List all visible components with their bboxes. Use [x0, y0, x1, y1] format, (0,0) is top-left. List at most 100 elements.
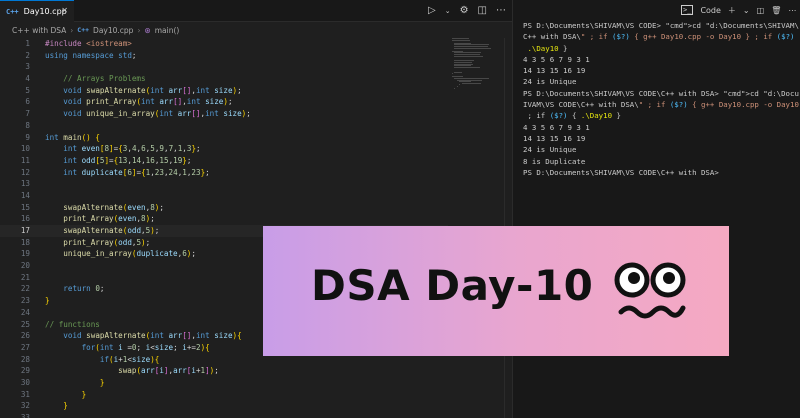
- code-line[interactable]: 12 int duplicate[6]={1,23,24,1,23};: [0, 167, 448, 179]
- code-text: swapAlternate(odd,5);: [63, 226, 160, 235]
- terminal-line: 4 3 5 6 7 9 3 1: [523, 54, 590, 64]
- terminal-line: 8 is Duplicate: [523, 156, 586, 166]
- terminal-title[interactable]: Code: [700, 6, 720, 15]
- code-line[interactable]: 2 using namespace std;: [0, 50, 448, 62]
- code-text: }: [99, 377, 105, 387]
- editor-tab-bar: C++ Day10.cpp ✕ ▷ ⌄ ⚙ ◫ ⋯: [0, 0, 512, 22]
- add-terminal-icon[interactable]: ＋: [728, 5, 736, 16]
- line-number: 4: [25, 74, 30, 84]
- code-text: // functions: [45, 319, 100, 329]
- minimap-line: [461, 82, 482, 84]
- terminal-header: >_ Code ＋ ⌄ ◫ 🗑 ⋯: [513, 0, 800, 20]
- code-line[interactable]: 16 print_Array(even,8);: [0, 213, 448, 225]
- line-number: 32: [20, 401, 30, 411]
- minimap-line: [452, 73, 453, 75]
- split-terminal-icon[interactable]: ◫: [757, 6, 765, 15]
- code-line[interactable]: 32 }: [0, 400, 448, 412]
- code-line[interactable]: 1 #include <iostream>: [0, 38, 448, 50]
- breadcrumb-folder[interactable]: C++ with DSA: [12, 26, 66, 35]
- line-number: 27: [20, 342, 30, 352]
- code-line[interactable]: 9 int main() {: [0, 132, 448, 144]
- googly-eyes-face-icon: [614, 262, 686, 319]
- minimap-line: [454, 87, 456, 89]
- code-line[interactable]: 8: [0, 120, 448, 132]
- code-text: void swapAlternate(int arr[],int size){: [63, 331, 242, 341]
- minimap[interactable]: [448, 38, 504, 98]
- line-number: 18: [20, 237, 30, 247]
- tab-day10-cpp[interactable]: C++ Day10.cpp ✕: [0, 0, 74, 22]
- line-number: 31: [20, 389, 30, 399]
- line-number: 6: [25, 97, 30, 107]
- code-line[interactable]: 6 void print_Array(int arr[],int size);: [0, 96, 448, 108]
- terminal-line: PS D:\Documents\SHIVAM\VS CODE> "cmd">cd…: [523, 21, 799, 30]
- line-number: 23: [20, 296, 30, 306]
- gear-icon[interactable]: ⚙: [460, 0, 469, 22]
- code-line[interactable]: 11 int odd[5]={13,14,16,15,19};: [0, 155, 448, 167]
- line-number: 28: [20, 354, 30, 364]
- code-line[interactable]: 15 swapAlternate(even,8);: [0, 202, 448, 214]
- line-number: 26: [20, 331, 30, 341]
- code-line[interactable]: 30 }: [0, 377, 448, 389]
- breadcrumb-symbol[interactable]: main(): [155, 26, 180, 35]
- line-number: 10: [20, 144, 30, 154]
- code-line[interactable]: 31 }: [0, 389, 448, 401]
- code-line[interactable]: 14: [0, 190, 448, 202]
- code-text: print_Array(odd,5);: [63, 237, 151, 247]
- line-number: 25: [20, 319, 30, 329]
- line-number: 15: [20, 202, 30, 212]
- more-icon[interactable]: ⋯: [788, 6, 796, 15]
- trash-icon[interactable]: 🗑: [771, 6, 781, 15]
- code-line[interactable]: 5 void swapAlternate(int arr[],int size)…: [0, 85, 448, 97]
- line-number: 24: [20, 307, 30, 317]
- split-editor-icon[interactable]: ◫: [478, 0, 487, 22]
- minimap-line: [456, 86, 458, 87]
- code-line[interactable]: 7 void unique_in_array(int arr[],int siz…: [0, 108, 448, 120]
- banner-title: DSA Day-10: [311, 261, 594, 310]
- terminal-line: ; if ($?) { .\Day10 }: [523, 111, 621, 121]
- terminal-output[interactable]: PS D:\Documents\SHIVAM\VS CODE> "cmd">cd…: [523, 20, 799, 178]
- code-line[interactable]: 4 // Arrays Problems: [0, 73, 448, 85]
- code-text: void unique_in_array(int arr[],int size)…: [63, 109, 251, 119]
- code-text: // Arrays Problems: [45, 74, 146, 84]
- code-text: swap(arr[i],arr[i+1]);: [118, 366, 219, 376]
- line-number: 13: [20, 179, 30, 189]
- code-text: unique_in_array(duplicate,6);: [63, 249, 196, 259]
- code-line[interactable]: 29 swap(arr[i],arr[i+1]);: [0, 365, 448, 377]
- code-text: swapAlternate(even,8);: [63, 202, 164, 212]
- terminal-line: PS D:\Documents\SHIVAM\VS CODE\C++ with …: [523, 167, 719, 177]
- line-number: 30: [20, 377, 30, 387]
- line-number: 3: [25, 62, 30, 72]
- line-number: 22: [20, 284, 30, 294]
- chevron-down-icon[interactable]: ⌄: [743, 6, 750, 15]
- code-line[interactable]: 10 int even[8]={3,4,6,5,9,7,1,3};: [0, 143, 448, 155]
- function-symbol-icon: ⊛: [144, 25, 151, 35]
- code-text: int odd[5]={13,14,16,15,19};: [63, 155, 192, 165]
- close-icon[interactable]: ✕: [61, 6, 68, 15]
- code-text: }: [63, 401, 68, 411]
- code-line[interactable]: 3: [0, 61, 448, 73]
- minimap-line: [454, 71, 463, 73]
- minimap-line: [454, 66, 481, 68]
- more-icon[interactable]: ⋯: [496, 0, 506, 22]
- minimap-line: [452, 39, 470, 41]
- code-text: void swapAlternate(int arr[],int size);: [63, 85, 242, 95]
- line-number: 9: [25, 132, 30, 142]
- chevron-right-icon: ›: [70, 25, 74, 35]
- line-number: 17: [20, 226, 30, 235]
- line-number: 20: [20, 261, 30, 271]
- code-line[interactable]: 13: [0, 178, 448, 190]
- terminal-line: C++ with DSA\" ; if ($?) { g++ Day10.cpp…: [523, 32, 799, 42]
- chevron-down-icon[interactable]: ⌄: [445, 0, 451, 22]
- terminal-line: 24 is Unique: [523, 77, 577, 87]
- run-icon[interactable]: ▷: [428, 0, 436, 22]
- breadcrumb: C++ with DSA › C++ Day10.cpp › ⊛ main(): [0, 22, 512, 38]
- terminal-line: 4 3 5 6 7 9 3 1: [523, 122, 590, 132]
- breadcrumb-file[interactable]: Day10.cpp: [93, 26, 133, 35]
- line-number: 33: [20, 413, 30, 418]
- code-text: int duplicate[6]={1,23,24,1,23};: [63, 167, 210, 177]
- minimap-line: [454, 47, 492, 49]
- code-text: int main() {: [45, 132, 100, 142]
- code-text: for(int i =0; i<size; i+=2){: [81, 342, 210, 352]
- code-line[interactable]: 33: [0, 412, 448, 418]
